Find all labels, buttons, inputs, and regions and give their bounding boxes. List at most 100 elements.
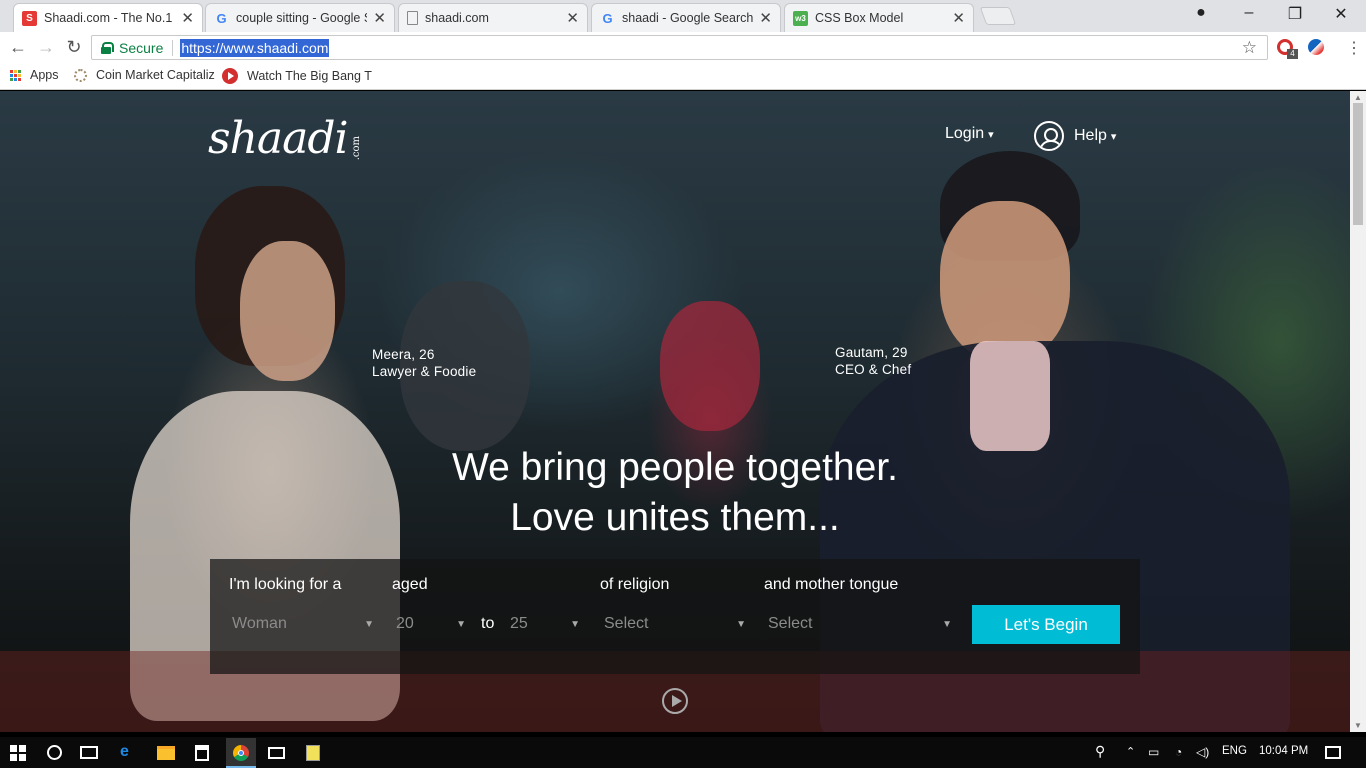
dropdown-arrow-icon: ▼ <box>364 618 374 630</box>
chrome-taskbar-button[interactable] <box>226 738 256 768</box>
sticky-notes-icon[interactable] <box>306 745 320 761</box>
coin-icon <box>74 68 87 82</box>
task-view-icon[interactable] <box>80 746 98 759</box>
tab-shaadi-com[interactable]: shaadi.com ✕ <box>398 3 588 32</box>
clock[interactable]: 10:04 PM <box>1259 745 1308 757</box>
age-to-select[interactable]: 25 ▼ <box>510 615 580 633</box>
caption-name: Gautam, 29 <box>835 345 908 360</box>
gender-value: Woman <box>232 615 287 632</box>
help-link[interactable]: Help ▾ <box>1034 121 1116 151</box>
dropdown-arrow-icon: ▼ <box>456 618 466 630</box>
action-center-icon[interactable] <box>1325 746 1341 759</box>
shaadi-hero: shaadi .com Login ▾ Help ▾ Meera, 26 Lawy… <box>0 91 1350 732</box>
close-tab-icon[interactable]: ✕ <box>952 9 965 27</box>
logo-text: shaadi <box>208 113 349 164</box>
tab-title: couple sitting - Google S <box>236 11 368 25</box>
chevron-down-icon: ▾ <box>988 128 994 141</box>
bookmark-coin-market[interactable]: Coin Market Capitaliz <box>74 68 215 82</box>
mother-tongue-select[interactable]: Select ▼ <box>768 615 952 633</box>
file-explorer-icon[interactable] <box>157 746 175 760</box>
lock-icon <box>101 41 114 54</box>
tab-shaadi-google[interactable]: G shaadi - Google Search ✕ <box>591 3 781 32</box>
back-icon[interactable]: ← <box>8 37 28 58</box>
w3-favicon-icon: w3 <box>793 10 808 26</box>
headline-line-1: We bring people together. <box>452 446 898 489</box>
bookmark-label: Coin Market Capitaliz <box>96 68 215 82</box>
gender-select[interactable]: Woman ▼ <box>232 615 374 633</box>
religion-value: Select <box>604 615 649 632</box>
windows-start-icon[interactable] <box>10 745 26 761</box>
caption-role: CEO & Chef <box>835 362 912 377</box>
minimize-icon[interactable]: – <box>1239 4 1259 22</box>
tab-title: shaadi.com <box>425 11 489 25</box>
google-favicon-icon: G <box>216 10 227 26</box>
aged-label: aged <box>392 576 428 593</box>
mother-tongue-value: Select <box>768 615 813 632</box>
browser-toolbar: ← → ↻ Secure https://www.shaadi.com ☆ 4 … <box>0 32 1366 62</box>
restore-icon[interactable]: ❐ <box>1285 4 1305 24</box>
caption-gautam: Gautam, 29 CEO & Chef <box>835 344 911 378</box>
shaadi-favicon-icon: S <box>22 10 37 26</box>
close-tab-icon[interactable]: ✕ <box>566 9 579 27</box>
background-woman-shape <box>660 301 760 431</box>
dropdown-arrow-icon: ▼ <box>942 618 952 630</box>
tab-shaadi[interactable]: S Shaadi.com - The No.1 S ✕ <box>13 3 203 32</box>
page-scrollbar[interactable]: ▲ ▼ <box>1350 91 1366 732</box>
close-tab-icon[interactable]: ✕ <box>759 9 772 27</box>
url-text[interactable]: https://www.shaadi.com <box>180 38 330 57</box>
chevron-down-icon: ▾ <box>1110 130 1117 143</box>
store-icon[interactable] <box>195 745 209 761</box>
to-label: to <box>481 615 495 632</box>
shaadi-logo[interactable]: shaadi .com <box>208 113 362 164</box>
new-tab-button[interactable] <box>979 7 1017 25</box>
tab-title: Shaadi.com - The No.1 S <box>44 11 176 25</box>
menu-icon[interactable]: ⋮ <box>1346 38 1362 58</box>
bookmark-apps[interactable]: Apps <box>10 68 59 82</box>
looking-for-label: I'm looking for a <box>229 576 342 593</box>
close-tab-icon[interactable]: ✕ <box>373 9 386 27</box>
man-shirt-shape <box>970 341 1050 451</box>
scrollbar-thumb[interactable] <box>1353 103 1363 225</box>
religion-label: of religion <box>600 576 670 593</box>
wifi-icon[interactable]: ◔ <box>1175 745 1182 759</box>
caption-role: Lawyer & Foodie <box>372 364 477 379</box>
language-indicator[interactable]: ENG <box>1222 745 1247 757</box>
play-video-icon[interactable] <box>662 688 688 714</box>
secure-label: Secure <box>119 39 174 56</box>
edge-icon[interactable]: e <box>120 743 129 761</box>
battery-icon[interactable]: ▭ <box>1148 745 1159 759</box>
people-icon[interactable]: ⚲ <box>1095 743 1105 760</box>
mail-icon[interactable] <box>268 747 285 759</box>
extension-icon[interactable] <box>1308 39 1324 55</box>
scroll-down-icon[interactable]: ▼ <box>1354 721 1362 730</box>
cortana-search-icon[interactable] <box>47 745 62 760</box>
woman-face-shape <box>240 241 335 381</box>
close-window-icon[interactable]: ✕ <box>1331 4 1351 24</box>
bookmarks-bar: Apps Coin Market Capitaliz Watch The Big… <box>0 62 1366 90</box>
lets-begin-button[interactable]: Let's Begin <box>972 605 1120 644</box>
chrome-icon-center <box>238 750 244 756</box>
tab-couple-sitting[interactable]: G couple sitting - Google S ✕ <box>205 3 395 32</box>
forward-icon[interactable]: → <box>36 37 56 58</box>
tab-css-box-model[interactable]: w3 CSS Box Model ✕ <box>784 3 974 32</box>
login-label: Login <box>945 125 985 142</box>
mother-tongue-label: and mother tongue <box>764 576 899 593</box>
bookmark-star-icon[interactable]: ☆ <box>1242 38 1257 58</box>
reload-icon[interactable]: ↻ <box>64 37 84 58</box>
caption-name: Meera, 26 <box>372 347 435 362</box>
volume-icon[interactable]: ◁) <box>1196 745 1209 759</box>
religion-select[interactable]: Select ▼ <box>604 615 746 633</box>
tab-title: shaadi - Google Search <box>622 11 754 25</box>
age-from-select[interactable]: 20 ▼ <box>396 615 466 633</box>
google-favicon-icon: G <box>602 10 613 26</box>
headline-line-2: Love unites them... <box>510 496 840 539</box>
bookmark-big-bang[interactable]: Watch The Big Bang T <box>222 68 372 84</box>
scroll-up-icon[interactable]: ▲ <box>1354 93 1362 102</box>
extension-badge: 4 <box>1287 49 1298 59</box>
close-tab-icon[interactable]: ✕ <box>181 9 194 27</box>
caption-meera: Meera, 26 Lawyer & Foodie <box>372 346 476 380</box>
address-bar[interactable]: Secure https://www.shaadi.com ☆ <box>91 35 1268 60</box>
profile-icon[interactable]: ● <box>1191 4 1211 22</box>
login-link[interactable]: Login ▾ <box>945 125 994 143</box>
show-hidden-icons-icon[interactable]: ⌃ <box>1126 745 1135 758</box>
